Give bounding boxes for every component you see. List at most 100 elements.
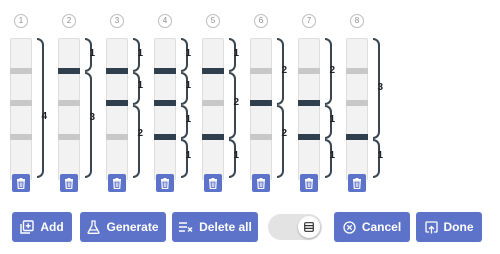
- segment-count: 1: [185, 150, 191, 161]
- done-button[interactable]: Done: [416, 212, 482, 242]
- segment-brace: [277, 105, 284, 178]
- column-4: 4 1 1 1 1: [154, 14, 194, 194]
- marker-light[interactable]: [10, 68, 32, 74]
- segment-count: 3: [89, 112, 95, 123]
- marker-dark[interactable]: [298, 134, 320, 140]
- column-7: 7 2 1 1: [298, 14, 338, 194]
- column-2: 2 1 3: [58, 14, 98, 194]
- marker-light[interactable]: [298, 68, 320, 74]
- segment-count: 1: [329, 114, 335, 125]
- delete-column-button[interactable]: [252, 174, 270, 192]
- done-label: Done: [443, 220, 474, 234]
- delete-all-button[interactable]: Delete all: [172, 212, 258, 242]
- delete-column-button[interactable]: [12, 174, 30, 192]
- marker-dark[interactable]: [202, 134, 224, 140]
- segment-count: 2: [281, 65, 287, 76]
- delete-column-button[interactable]: [108, 174, 126, 192]
- segment-count: 1: [233, 48, 239, 59]
- marker-dark[interactable]: [106, 100, 128, 106]
- column-5: 5 1 2 1: [202, 14, 242, 194]
- column-number: 7: [302, 14, 316, 28]
- marker-light[interactable]: [250, 68, 272, 74]
- done-icon: [424, 220, 438, 233]
- cancel-button[interactable]: Cancel: [334, 212, 410, 242]
- marker-dark[interactable]: [154, 134, 176, 140]
- segment-count: 3: [377, 82, 383, 93]
- column-number: 5: [206, 14, 220, 28]
- marker-dark[interactable]: [250, 100, 272, 106]
- add-to-queue-icon: [20, 220, 35, 234]
- trash-icon: [65, 177, 73, 189]
- delete-column-button[interactable]: [156, 174, 174, 192]
- column-1: 1 4: [10, 14, 50, 194]
- segment-count: 1: [185, 48, 191, 59]
- marker-dark[interactable]: [202, 68, 224, 74]
- segment-brace: [37, 38, 44, 178]
- marker-light[interactable]: [202, 100, 224, 106]
- column-number: 3: [110, 14, 124, 28]
- trash-icon: [113, 177, 121, 189]
- marker-light[interactable]: [10, 100, 32, 106]
- marker-light[interactable]: [250, 134, 272, 140]
- segment-count: 1: [89, 48, 95, 59]
- list-icon: [304, 222, 314, 232]
- column-number: 6: [254, 14, 268, 28]
- column-number: 8: [350, 14, 364, 28]
- column-bar[interactable]: [250, 38, 272, 180]
- trash-icon: [305, 177, 313, 189]
- column-bar[interactable]: [202, 38, 224, 180]
- cancel-label: Cancel: [361, 220, 402, 234]
- flask-icon: [87, 220, 101, 234]
- marker-light[interactable]: [346, 100, 368, 106]
- segment-count: 2: [233, 97, 239, 108]
- marker-dark[interactable]: [106, 68, 128, 74]
- segment-count: 2: [281, 128, 287, 139]
- delete-column-button[interactable]: [60, 174, 78, 192]
- cancel-circle-icon: [343, 220, 356, 234]
- marker-light[interactable]: [106, 134, 128, 140]
- column-number: 2: [62, 14, 76, 28]
- segment-count: 1: [137, 80, 143, 91]
- column-3: 3 1 1 2: [106, 14, 146, 194]
- delete-all-label: Delete all: [199, 220, 252, 234]
- trash-icon: [17, 177, 25, 189]
- segment-count: 1: [377, 150, 383, 161]
- segment-count: 1: [329, 150, 335, 161]
- trash-icon: [161, 177, 169, 189]
- add-button[interactable]: Add: [12, 212, 72, 242]
- marker-light[interactable]: [58, 100, 80, 106]
- marker-dark[interactable]: [154, 100, 176, 106]
- trash-icon: [209, 177, 217, 189]
- segment-count: 4: [41, 111, 47, 122]
- marker-dark[interactable]: [346, 134, 368, 140]
- generate-label: Generate: [106, 220, 159, 234]
- delete-column-button[interactable]: [348, 174, 366, 192]
- segment-brace: [85, 72, 92, 178]
- column-bar[interactable]: [346, 38, 368, 180]
- segment-count: 2: [329, 65, 335, 76]
- segment-brace: [133, 105, 140, 178]
- column-bar[interactable]: [58, 38, 80, 180]
- marker-dark[interactable]: [298, 100, 320, 106]
- generate-button[interactable]: Generate: [80, 212, 166, 242]
- column-bar[interactable]: [10, 38, 32, 180]
- view-toggle[interactable]: [268, 214, 322, 240]
- column-bar[interactable]: [154, 38, 176, 180]
- column-bar[interactable]: [298, 38, 320, 180]
- segment-count: 1: [233, 150, 239, 161]
- column-bar[interactable]: [106, 38, 128, 180]
- marker-light[interactable]: [10, 134, 32, 140]
- marker-dark[interactable]: [154, 68, 176, 74]
- delete-column-button[interactable]: [204, 174, 222, 192]
- segment-count: 1: [185, 114, 191, 125]
- marker-light[interactable]: [346, 68, 368, 74]
- trash-icon: [353, 177, 361, 189]
- column-number: 1: [14, 14, 28, 28]
- clear-all-icon: [179, 222, 193, 232]
- toggle-knob[interactable]: [298, 216, 320, 238]
- marker-light[interactable]: [58, 134, 80, 140]
- segment-count: 2: [137, 128, 143, 139]
- delete-column-button[interactable]: [300, 174, 318, 192]
- trash-icon: [257, 177, 265, 189]
- marker-dark[interactable]: [58, 68, 80, 74]
